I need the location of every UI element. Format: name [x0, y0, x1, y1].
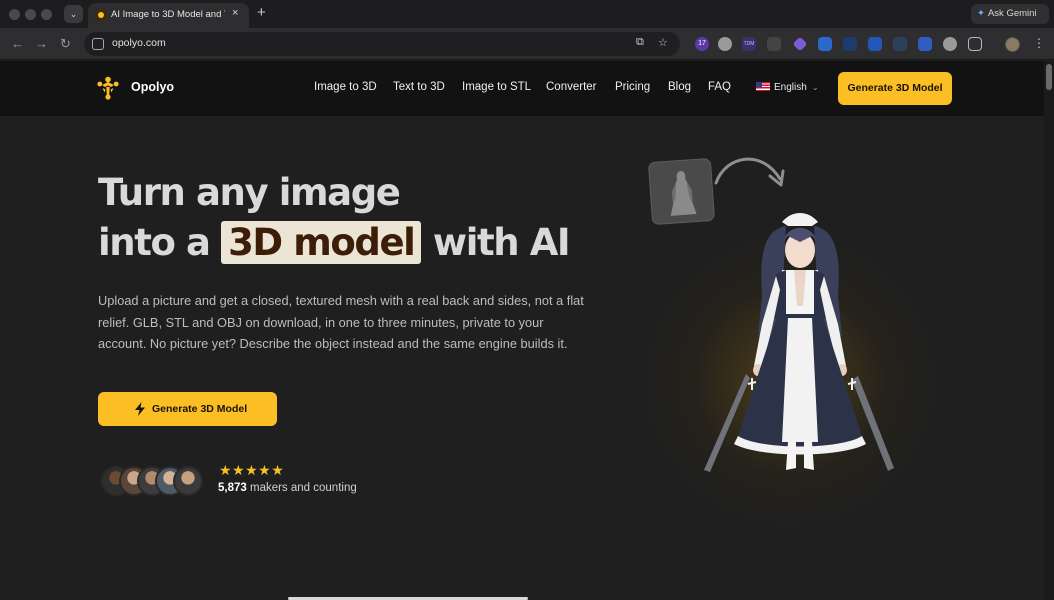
- rating-caption: 5,873 makers and counting: [218, 482, 357, 494]
- site-header: Opolyo Image to 3D Text to 3D Image to S…: [0, 61, 1044, 116]
- extension-diamond-icon[interactable]: [792, 36, 808, 52]
- ask-gemini-button[interactable]: ✦ Ask Gemini: [971, 4, 1049, 24]
- header-generate-button[interactable]: Generate 3D Model: [838, 72, 952, 105]
- extension-trend-icon[interactable]: [893, 37, 907, 51]
- tab-close-icon[interactable]: ×: [232, 7, 238, 19]
- logo-text[interactable]: Opolyo: [131, 80, 174, 94]
- extension-tdm-icon[interactable]: TDM: [742, 37, 756, 51]
- window-zoom-control[interactable]: [41, 9, 52, 20]
- address-bar[interactable]: opolyo.com ⧉ ☆: [84, 32, 680, 56]
- lightning-bolt-icon: [135, 402, 145, 416]
- page-viewport: Opolyo Image to 3D Text to 3D Image to S…: [0, 61, 1054, 600]
- page-scrollbar-thumb[interactable]: [1046, 64, 1052, 90]
- browser-tabstrip: ⌄ AI Image to 3D Model and Te × + ✦ Ask G…: [0, 0, 1054, 28]
- hero-generate-button[interactable]: Generate 3D Model: [98, 392, 277, 426]
- avatar: [173, 466, 203, 496]
- extension-gear-icon[interactable]: [943, 37, 957, 51]
- browser-toolbar: ← → ↻ opolyo.com ⧉ ☆ 17 TDM ⋮: [0, 28, 1054, 60]
- hero-generate-label: Generate 3D Model: [152, 403, 248, 415]
- nav-converter[interactable]: Converter: [546, 81, 597, 93]
- tab-search-chevron-icon[interactable]: ⌄: [64, 5, 83, 23]
- translate-icon[interactable]: ⧉: [636, 36, 644, 49]
- nav-image-to-3d[interactable]: Image to 3D: [314, 81, 377, 93]
- hero-title-pre: into a: [98, 221, 222, 264]
- nav-blog[interactable]: Blog: [668, 81, 691, 93]
- extension-monitor-icon[interactable]: [818, 37, 832, 51]
- hero-title-post: with AI: [421, 221, 571, 264]
- window-minimize-control[interactable]: [25, 9, 36, 20]
- language-selector[interactable]: English ⌄: [756, 82, 819, 93]
- tab-title: AI Image to 3D Model and Te: [111, 9, 225, 20]
- gemini-spark-icon: ✦: [977, 8, 985, 19]
- rating-stars: ★★★★★: [219, 462, 285, 478]
- tab-favicon-icon: [95, 9, 107, 21]
- rating-count: 5,873: [218, 482, 247, 494]
- hero-title-highlight: 3D model: [221, 221, 422, 264]
- hero-title-line2: into a 3D model with AI: [98, 221, 571, 264]
- window-close-control[interactable]: [9, 9, 20, 20]
- curved-arrow-icon: [714, 157, 785, 187]
- opolyo-logo-icon[interactable]: [97, 76, 119, 100]
- nav-pricing[interactable]: Pricing: [615, 81, 650, 93]
- new-tab-button[interactable]: +: [257, 4, 266, 22]
- nav-faq[interactable]: FAQ: [708, 81, 731, 93]
- extension-terminal-icon[interactable]: [843, 37, 857, 51]
- bookmark-star-icon[interactable]: ☆: [658, 36, 668, 49]
- forward-icon[interactable]: →: [35, 34, 48, 54]
- reload-icon[interactable]: ↻: [60, 34, 71, 54]
- extension-tag-icon[interactable]: [868, 37, 882, 51]
- hero-title-line1: Turn any image: [98, 171, 401, 214]
- extension-arrows-icon[interactable]: [918, 37, 932, 51]
- rating-text: makers and counting: [249, 482, 357, 494]
- url-text: opolyo.com: [112, 37, 166, 49]
- extension-globe-icon[interactable]: [718, 37, 732, 51]
- hero-description: Upload a picture and get a closed, textu…: [98, 293, 584, 351]
- profile-avatar[interactable]: [1005, 37, 1020, 52]
- us-flag-icon: [756, 82, 770, 91]
- browser-menu-icon[interactable]: ⋮: [1033, 36, 1045, 50]
- chevron-down-icon: ⌄: [811, 83, 819, 92]
- page-scrollbar[interactable]: [1044, 61, 1054, 600]
- back-icon[interactable]: ←: [11, 34, 24, 54]
- extension-badge-icon[interactable]: 17: [695, 37, 709, 51]
- nav-text-to-3d[interactable]: Text to 3D: [393, 81, 445, 93]
- extension-chart-icon[interactable]: [767, 37, 781, 51]
- active-tab[interactable]: AI Image to 3D Model and Te ×: [88, 3, 249, 28]
- generated-3d-model-figure: [704, 213, 894, 472]
- site-info-icon[interactable]: [92, 38, 104, 50]
- extensions-puzzle-icon[interactable]: [968, 37, 982, 51]
- ask-gemini-label: Ask Gemini: [987, 8, 1037, 19]
- language-label: English: [774, 82, 807, 93]
- nav-image-to-stl[interactable]: Image to STL: [462, 81, 531, 93]
- maker-avatars: [101, 466, 211, 498]
